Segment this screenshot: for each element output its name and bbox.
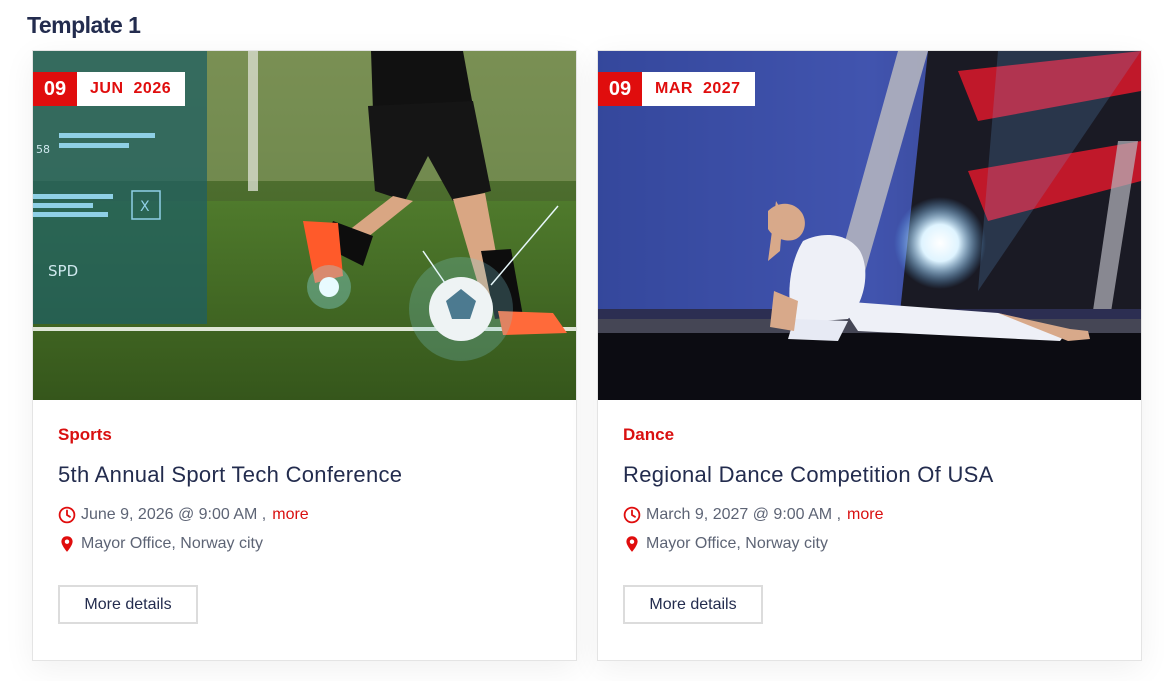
date-badge: 09 JUN 2026	[33, 72, 186, 106]
date-year: 2026	[133, 80, 172, 97]
clock-icon	[623, 506, 641, 524]
date-month: MAR	[655, 80, 693, 97]
event-location-text: Mayor Office, Norway city	[646, 535, 828, 552]
event-card: 09 MAR 2027 Dance Regional Dance Competi…	[597, 50, 1142, 661]
more-details-button[interactable]: More details	[623, 585, 763, 624]
event-image[interactable]: 09 MAR 2027	[598, 51, 1141, 400]
event-card: X SPD 58 09 JUN 2026 Sports 5th Annual S…	[32, 50, 577, 661]
date-month-year: MAR 2027	[642, 72, 755, 106]
event-location: Mayor Office, Norway city	[623, 534, 1121, 554]
more-details-button[interactable]: More details	[58, 585, 198, 624]
page-title: Template 1	[27, 12, 141, 38]
svg-text:58: 58	[36, 143, 50, 156]
svg-text:X: X	[140, 199, 150, 215]
svg-text:SPD: SPD	[48, 262, 78, 280]
more-link[interactable]: more	[847, 506, 883, 524]
event-datetime-text: March 9, 2027 @ 9:00 AM ,	[646, 506, 842, 523]
map-pin-icon	[623, 535, 641, 553]
event-location-text: Mayor Office, Norway city	[81, 535, 263, 552]
event-title[interactable]: Regional Dance Competition Of USA	[623, 462, 1121, 488]
date-day: 09	[598, 72, 642, 106]
event-category[interactable]: Sports	[58, 425, 556, 445]
date-month: JUN	[90, 80, 124, 97]
date-month-year: JUN 2026	[77, 72, 186, 106]
clock-icon	[58, 506, 76, 524]
event-image[interactable]: X SPD 58 09 JUN 2026	[33, 51, 576, 400]
event-datetime-text: June 9, 2026 @ 9:00 AM ,	[81, 506, 267, 523]
date-year: 2027	[702, 80, 741, 97]
more-link[interactable]: more	[272, 506, 308, 524]
event-category[interactable]: Dance	[623, 425, 1121, 445]
event-location: Mayor Office, Norway city	[58, 534, 556, 554]
map-pin-icon	[58, 535, 76, 553]
event-datetime: June 9, 2026 @ 9:00 AM , more	[58, 505, 556, 525]
date-badge: 09 MAR 2027	[598, 72, 755, 106]
event-datetime: March 9, 2027 @ 9:00 AM , more	[623, 505, 1121, 525]
event-title[interactable]: 5th Annual Sport Tech Conference	[58, 462, 556, 488]
date-day: 09	[33, 72, 77, 106]
